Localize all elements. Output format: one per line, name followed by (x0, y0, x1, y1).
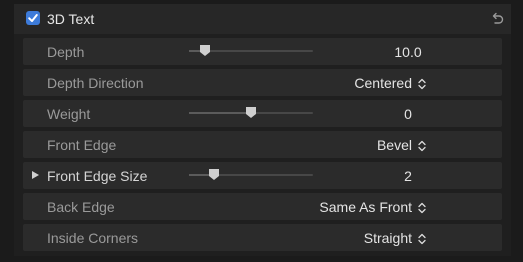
front-edge-value: Bevel (376, 137, 412, 153)
front-edge-size-value[interactable]: 2 (333, 168, 483, 184)
inside-corners-value: Straight (363, 230, 412, 246)
front-edge-size-slider-thumb[interactable] (208, 169, 220, 181)
checkmark-icon (28, 14, 38, 22)
weight-value[interactable]: 0 (333, 106, 483, 122)
front-edge-size-slider[interactable] (189, 169, 313, 180)
back-edge-value: Same As Front (319, 199, 412, 215)
depth-slider-thumb[interactable] (199, 45, 211, 57)
weight-slider-fill (189, 112, 251, 114)
up-down-chevron-icon (418, 78, 426, 90)
depth-direction-value: Centered (354, 75, 412, 91)
front-edge-popup[interactable]: Bevel (377, 137, 426, 153)
section-header: 3D Text (14, 4, 511, 34)
enable-3d-text-checkbox[interactable] (26, 11, 40, 25)
weight-slider[interactable] (189, 107, 313, 118)
back-edge-label: Back Edge (47, 199, 115, 215)
front-edge-size-label: Front Edge Size (47, 168, 148, 184)
row-weight: Weight 0 (23, 100, 502, 127)
section-title: 3D Text (47, 11, 95, 27)
front-edge-label: Front Edge (47, 137, 117, 153)
back-edge-popup[interactable]: Same As Front (319, 199, 426, 215)
up-down-chevron-icon (418, 233, 426, 245)
inside-corners-popup[interactable]: Straight (364, 230, 426, 246)
row-inside-corners: Inside Corners Straight (23, 224, 502, 251)
depth-direction-label: Depth Direction (47, 75, 144, 91)
up-down-chevron-icon (418, 140, 426, 152)
depth-slider[interactable] (189, 45, 313, 56)
row-front-edge: Front Edge Bevel (23, 131, 502, 158)
depth-direction-popup[interactable]: Centered (354, 75, 426, 91)
row-front-edge-size: Front Edge Size 2 (23, 162, 502, 189)
inside-corners-label: Inside Corners (47, 230, 139, 246)
depth-value[interactable]: 10.0 (333, 44, 483, 60)
up-down-chevron-icon (418, 202, 426, 214)
weight-slider-thumb[interactable] (245, 107, 257, 119)
row-depth: Depth 10.0 (23, 38, 502, 65)
row-back-edge: Back Edge Same As Front (23, 193, 502, 220)
disclosure-triangle-icon[interactable] (32, 171, 39, 179)
3d-text-inspector-panel: 3D Text Depth 10.0 Depth Direction Cente… (14, 4, 511, 256)
row-depth-direction: Depth Direction Centered (23, 69, 502, 96)
reset-arrow-icon[interactable] (489, 12, 505, 26)
weight-label: Weight (47, 106, 91, 122)
depth-label: Depth (47, 44, 85, 60)
